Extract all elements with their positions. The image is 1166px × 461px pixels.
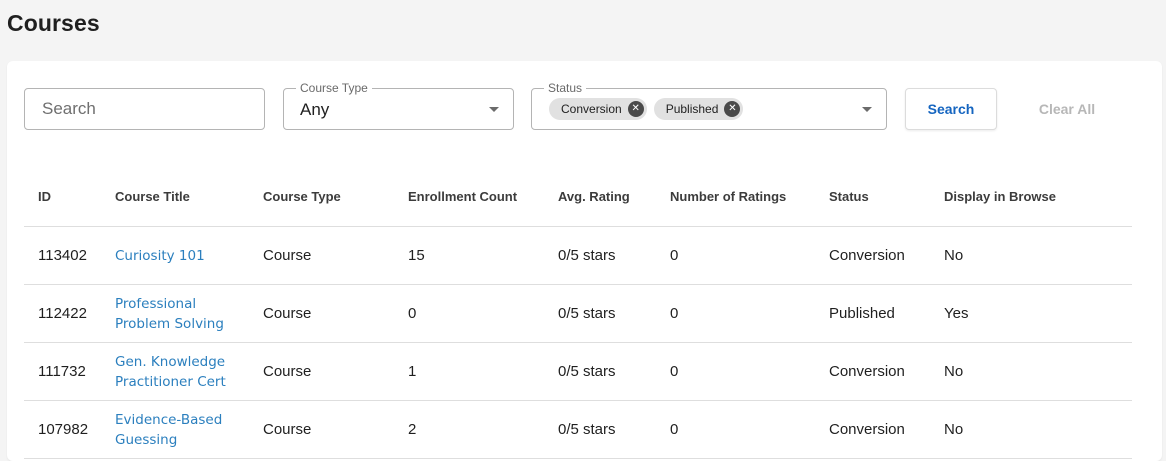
close-circle-icon[interactable]: ✕ bbox=[627, 101, 644, 117]
cell-enrollment-count: 0 bbox=[394, 284, 544, 343]
chip-label: Published bbox=[665, 102, 719, 116]
chip-label: Conversion bbox=[561, 102, 622, 116]
column-header-number-of-ratings[interactable]: Number of Ratings bbox=[656, 166, 815, 227]
courses-table: ID Course Title Course Type Enrollment C… bbox=[24, 166, 1132, 459]
cell-course-type: Course bbox=[249, 226, 394, 285]
table-header-row: ID Course Title Course Type Enrollment C… bbox=[24, 166, 1132, 227]
table-row[interactable]: 107982 Evidence-Based Guessing Course 2 … bbox=[24, 400, 1132, 459]
cell-course-type: Course bbox=[249, 342, 394, 401]
cell-enrollment-count: 15 bbox=[394, 226, 544, 285]
column-header-course-title[interactable]: Course Title bbox=[101, 166, 249, 227]
column-header-id[interactable]: ID bbox=[24, 166, 101, 227]
column-header-display-in-browse[interactable]: Display in Browse bbox=[930, 166, 1132, 227]
cell-id: 111732 bbox=[24, 342, 101, 401]
cell-display-in-browse: No bbox=[930, 400, 1132, 459]
search-button[interactable]: Search bbox=[905, 88, 997, 130]
cell-status: Conversion bbox=[815, 226, 930, 285]
cell-avg-rating: 0/5 stars bbox=[544, 284, 656, 343]
cell-course-type: Course bbox=[249, 400, 394, 459]
status-chip-published[interactable]: Published ✕ bbox=[653, 98, 744, 120]
course-title-link[interactable]: Curiosity 101 bbox=[115, 246, 235, 266]
cell-course-type: Course bbox=[249, 284, 394, 343]
cell-course-title: Curiosity 101 bbox=[101, 226, 249, 285]
course-title-link[interactable]: Evidence-Based Guessing bbox=[115, 410, 235, 450]
column-header-status[interactable]: Status bbox=[815, 166, 930, 227]
chevron-down-icon[interactable] bbox=[862, 107, 872, 112]
cell-number-of-ratings: 0 bbox=[656, 400, 815, 459]
status-select[interactable]: Status Conversion ✕ Published ✕ bbox=[531, 81, 887, 130]
cell-avg-rating: 0/5 stars bbox=[544, 226, 656, 285]
cell-id: 107982 bbox=[24, 400, 101, 459]
table-row[interactable]: 112422 Professional Problem Solving Cour… bbox=[24, 284, 1132, 343]
page-title: Courses bbox=[7, 10, 100, 36]
status-chip-conversion[interactable]: Conversion ✕ bbox=[549, 98, 647, 120]
table-row[interactable]: 111732 Gen. Knowledge Practitioner Cert … bbox=[24, 342, 1132, 401]
courses-card: Course Type Any Status Conversion ✕ Publ… bbox=[7, 61, 1162, 461]
status-label: Status bbox=[544, 81, 587, 95]
course-type-value: Any bbox=[300, 100, 330, 119]
cell-id: 112422 bbox=[24, 284, 101, 343]
course-title-link[interactable]: Professional Problem Solving bbox=[115, 294, 235, 334]
column-header-enrollment-count[interactable]: Enrollment Count bbox=[394, 166, 544, 227]
clear-all-button[interactable]: Clear All bbox=[1014, 88, 1120, 130]
cell-display-in-browse: No bbox=[930, 226, 1132, 285]
cell-course-title: Gen. Knowledge Practitioner Cert bbox=[101, 342, 249, 401]
cell-avg-rating: 0/5 stars bbox=[544, 342, 656, 401]
cell-status: Published bbox=[815, 284, 930, 343]
column-header-avg-rating[interactable]: Avg. Rating bbox=[544, 166, 656, 227]
chevron-down-icon[interactable] bbox=[489, 107, 499, 112]
course-type-select[interactable]: Course Type Any bbox=[283, 81, 514, 130]
course-type-label: Course Type bbox=[296, 81, 372, 95]
search-input[interactable] bbox=[25, 89, 264, 129]
cell-display-in-browse: Yes bbox=[930, 284, 1132, 343]
cell-course-title: Evidence-Based Guessing bbox=[101, 400, 249, 459]
close-circle-icon[interactable]: ✕ bbox=[724, 101, 741, 117]
search-field[interactable] bbox=[24, 88, 265, 130]
column-header-course-type[interactable]: Course Type bbox=[249, 166, 394, 227]
status-chips: Conversion ✕ Published ✕ bbox=[549, 98, 744, 120]
cell-number-of-ratings: 0 bbox=[656, 226, 815, 285]
cell-number-of-ratings: 0 bbox=[656, 284, 815, 343]
cell-status: Conversion bbox=[815, 400, 930, 459]
cell-number-of-ratings: 0 bbox=[656, 342, 815, 401]
cell-enrollment-count: 2 bbox=[394, 400, 544, 459]
cell-display-in-browse: No bbox=[930, 342, 1132, 401]
cell-avg-rating: 0/5 stars bbox=[544, 400, 656, 459]
cell-enrollment-count: 1 bbox=[394, 342, 544, 401]
cell-status: Conversion bbox=[815, 342, 930, 401]
cell-id: 113402 bbox=[24, 226, 101, 285]
course-title-link[interactable]: Gen. Knowledge Practitioner Cert bbox=[115, 352, 235, 392]
table-row[interactable]: 113402 Curiosity 101 Course 15 0/5 stars… bbox=[24, 226, 1132, 285]
cell-course-title: Professional Problem Solving bbox=[101, 284, 249, 343]
